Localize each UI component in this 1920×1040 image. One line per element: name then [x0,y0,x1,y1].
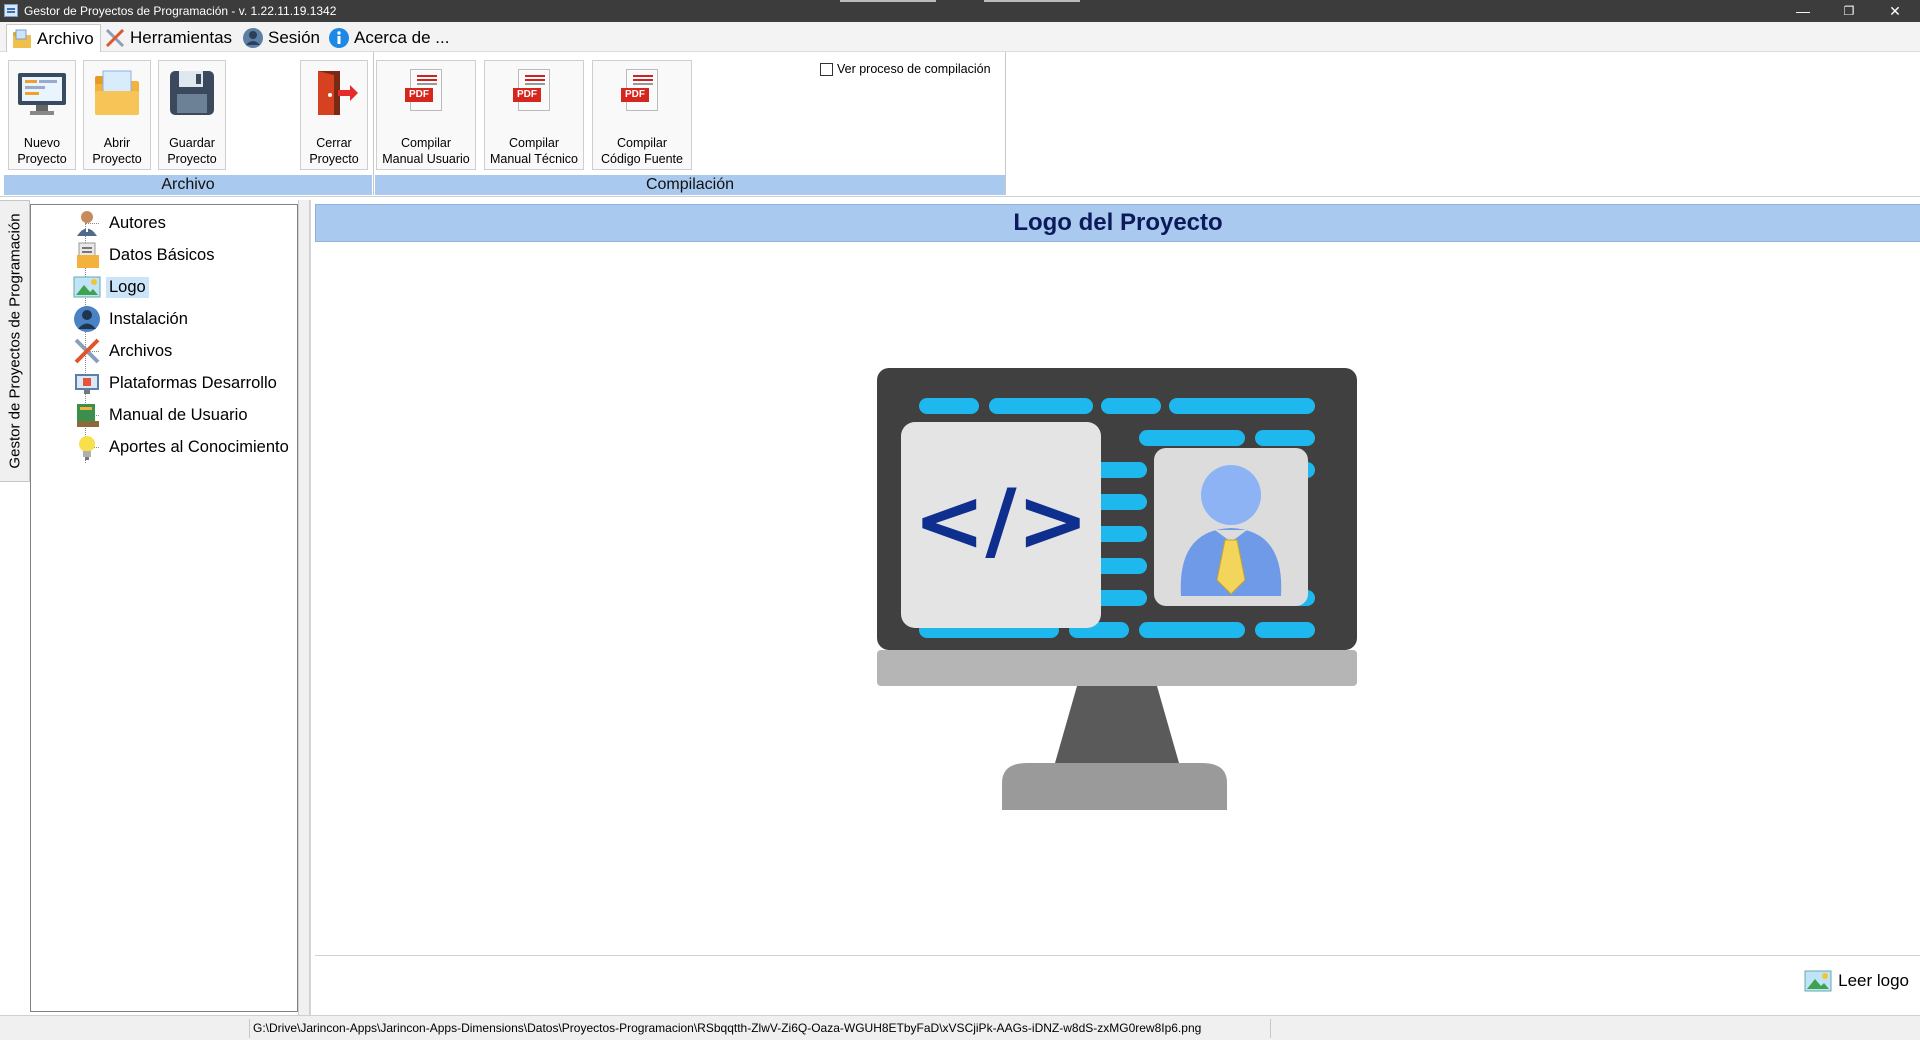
restore-button[interactable]: ❐ [1826,0,1872,22]
new-project-icon [16,67,68,119]
menu-tab-herramientas[interactable]: Herramientas [100,24,238,52]
compile-user-manual-button[interactable]: PDF Compilar Manual Usuario [376,60,476,170]
compile-source-code-button[interactable]: PDF Compilar Código Fuente [592,60,692,170]
minimize-button[interactable]: — [1780,0,1826,22]
close-button[interactable]: ✕ [1872,0,1918,22]
drag-handle-mark [840,0,936,2]
button-label: Proyecto [92,152,142,166]
documents-icon [73,241,101,269]
tree-item-instalacion[interactable]: Instalación [73,305,188,333]
button-label: Proyecto [17,152,67,166]
tree-item-aportes[interactable]: Aportes al Conocimiento [73,433,289,461]
status-bar: G:\Drive\Jarincon-Apps\Jarincon-Apps-Dim… [0,1015,1920,1040]
tree-item-label: Instalación [109,309,188,328]
open-project-icon [91,67,143,119]
tree-item-label: Manual de Usuario [109,405,248,424]
compile-technical-manual-button[interactable]: PDF Compilar Manual Técnico [484,60,584,170]
tools-icon [73,337,101,365]
code-symbol: </> [913,471,1089,571]
project-logo-image: </> [877,368,1357,828]
group-label-archivo: Archivo [4,175,372,195]
menu-tab-archivo[interactable]: Archivo [6,24,101,53]
main-panel: Logo del Proyecto </> Leer logo [310,200,1920,1015]
new-project-button[interactable]: Nuevo Proyecto [8,60,76,170]
ribbon: Nuevo Proyecto Abrir Proyecto Guardar Proye… [0,52,1920,197]
checkbox-box[interactable] [820,62,833,76]
menu-tab-sesion[interactable]: Sesión [238,24,326,52]
tree-item-autores[interactable]: Autores [73,209,166,237]
section-title: Logo del Proyecto [315,204,1920,242]
button-label: Proyecto [309,152,359,166]
menu-tab-acerca[interactable]: Acerca de ... [324,24,455,52]
status-segment [0,1019,250,1038]
save-icon [166,67,218,119]
platform-icon [73,369,101,397]
read-logo-label: Leer logo [1838,971,1909,990]
status-segment [1270,1019,1920,1038]
menu-tab-label: Acerca de ... [354,28,450,47]
group-separator [1005,52,1006,195]
tree-item-plataformas[interactable]: Plataformas Desarrollo [73,369,277,397]
close-project-button[interactable]: Cerrar Proyecto [300,60,368,170]
tree-item-logo[interactable]: Logo [73,273,149,301]
app-icon [4,4,18,17]
button-label: Proyecto [167,152,217,166]
checkbox-label: Ver proceso de compilación [837,62,991,76]
panel-splitter[interactable] [298,200,310,1015]
image-icon [73,273,101,301]
button-label: Abrir [103,136,131,150]
save-project-button[interactable]: Guardar Proyecto [158,60,226,170]
title-bar: Gestor de Proyectos de Programación - v.… [0,0,1920,22]
exit-door-icon [308,67,360,119]
button-label: Compilar [616,136,667,150]
tools-icon [104,27,126,49]
group-separator [373,52,374,195]
tree-item-label: Autores [109,213,166,232]
logo-actions-bar: Leer logo [315,955,1920,1015]
pdf-icon: PDF [508,67,560,119]
menu-tab-label: Herramientas [130,28,233,47]
vertical-tab-project-manager[interactable]: Gestor de Proyectos de Programación [0,200,30,482]
installer-icon [73,305,101,333]
open-project-button[interactable]: Abrir Proyecto [83,60,151,170]
tree-item-archivos[interactable]: Archivos [73,337,172,365]
tree-item-label: Archivos [109,341,173,360]
monitor-code-user-icon: </> [877,368,1357,810]
tree-item-label: Plataformas Desarrollo [109,373,277,392]
button-label: Compilar [400,136,451,150]
button-label: Nuevo [23,136,61,150]
user-icon [242,27,264,49]
navigation-tree: Autores Datos Básicos Logo Instalación A… [30,204,298,1012]
pdf-icon: PDF [616,67,668,119]
tree-item-label: Aportes al Conocimiento [109,437,289,456]
file-path: G:\Drive\Jarincon-Apps\Jarincon-Apps-Dim… [253,1021,1202,1035]
books-icon [73,401,101,429]
tree-item-label: Logo [106,276,149,298]
button-label: Manual Usuario [382,152,470,166]
tree-item-datos-basicos[interactable]: Datos Básicos [73,241,214,269]
tree-item-manual-usuario[interactable]: Manual de Usuario [73,401,248,429]
read-logo-button[interactable]: Leer logo [1804,968,1909,994]
info-icon [328,27,350,49]
menu-bar: Archivo Herramientas Sesión Acerca de ..… [0,22,1920,53]
menu-tab-label: Archivo [37,29,94,48]
folder-icon [11,28,33,50]
menu-tab-label: Sesión [268,28,320,47]
button-label: Manual Técnico [489,152,578,166]
vertical-tab-label: Gestor de Proyectos de Programación [6,213,23,469]
button-label: Guardar [169,136,215,150]
pdf-icon: PDF [400,67,452,119]
button-label: Compilar [508,136,559,150]
show-compilation-checkbox[interactable]: Ver proceso de compilación [820,62,991,76]
button-label: Cerrar [316,136,352,150]
author-icon [73,209,101,237]
drag-handle-mark [984,0,1080,2]
image-icon [1804,968,1832,994]
tree-item-label: Datos Básicos [109,245,215,264]
lightbulb-icon [73,433,101,461]
window-title: Gestor de Proyectos de Programación - v.… [24,4,337,18]
group-label-compilacion: Compilación [375,175,1005,195]
button-label: Código Fuente [600,152,683,166]
